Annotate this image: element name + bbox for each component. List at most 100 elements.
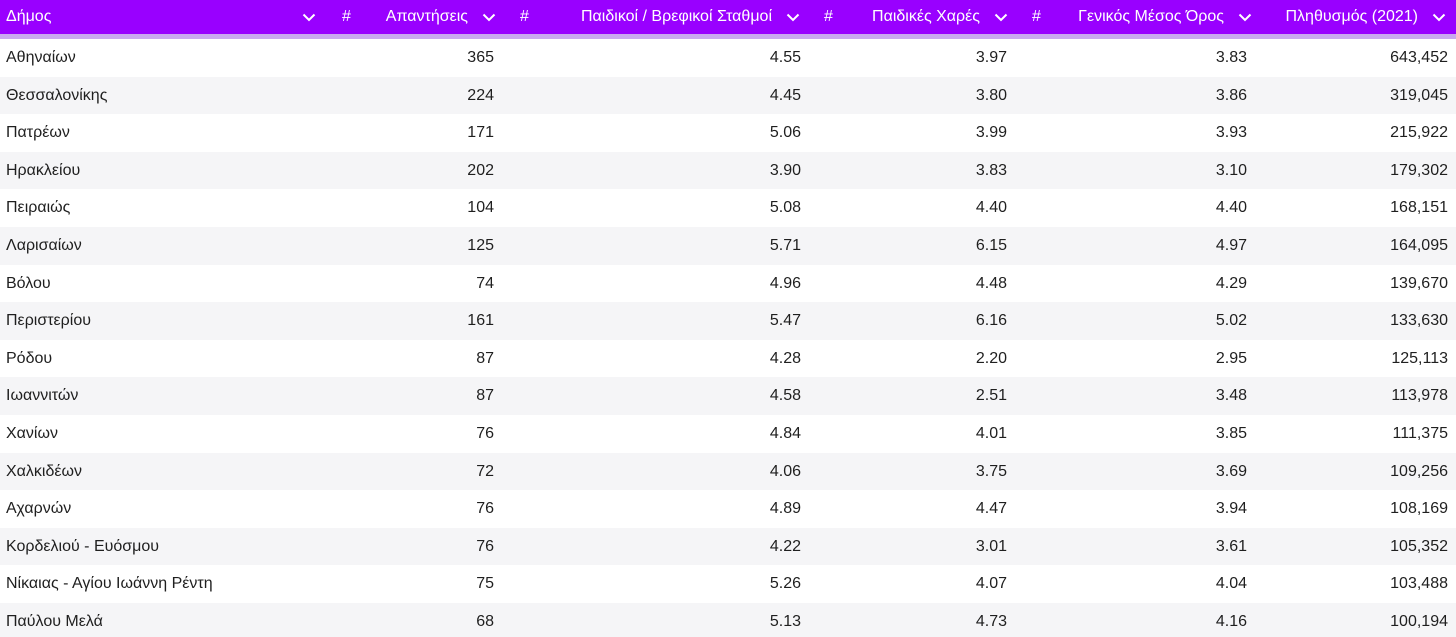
- column-header-genikos-mesos-oros[interactable]: # Γενικός Μέσος Όρος: [1018, 0, 1262, 34]
- cell-genikos-mesos-oros: 4.29: [1215, 274, 1247, 292]
- table-row[interactable]: Βόλου 74 4.96 4.48 4.29 139,670: [0, 265, 1456, 303]
- cell-paidikoi-stathmoi: 5.26: [769, 575, 801, 593]
- table-row[interactable]: Κορδελιού - Ευόσμου 76 4.22 3.01 3.61 10…: [0, 527, 1456, 566]
- cell-apantiseis: 87: [476, 349, 494, 367]
- cell-paidikes-xares: 4.73: [975, 612, 1007, 630]
- cell-paidikoi-stathmoi: 4.58: [769, 387, 801, 405]
- cell-apantiseis: 76: [476, 500, 494, 518]
- cell-plithysmos: 133,630: [1390, 312, 1448, 330]
- cell-genikos-mesos-oros: 4.16: [1215, 612, 1247, 630]
- table-row[interactable]: Χανίων 76 4.84 4.01 3.85 111,375: [0, 415, 1456, 453]
- number-type-icon: #: [1032, 8, 1041, 25]
- cell-apantiseis: 171: [467, 124, 494, 142]
- cell-genikos-mesos-oros: 3.48: [1215, 387, 1247, 405]
- table-row[interactable]: Θεσσαλονίκης 224 4.45 3.80 3.86 319,045: [0, 76, 1456, 115]
- table-header: Δήμος # Απαντήσεις # Παιδικοί / Βρεφικοί…: [0, 0, 1456, 39]
- cell-paidikoi-stathmoi: 3.90: [769, 161, 801, 179]
- table-row[interactable]: Ηρακλείου 202 3.90 3.83 3.10 179,302: [0, 151, 1456, 190]
- cell-apantiseis: 76: [476, 424, 494, 442]
- cell-plithysmos: 100,194: [1390, 612, 1448, 630]
- cell-paidikes-xares: 2.20: [975, 349, 1007, 367]
- table-row[interactable]: Πειραιώς 104 5.08 4.40 4.40 168,151: [0, 189, 1456, 227]
- cell-dimos: Θεσσαλονίκης: [6, 86, 108, 104]
- cell-paidikes-xares: 4.01: [975, 424, 1007, 442]
- cell-plithysmos: 643,452: [1390, 49, 1448, 66]
- number-type-icon: #: [342, 8, 351, 25]
- cell-plithysmos: 164,095: [1390, 236, 1448, 254]
- cell-paidikoi-stathmoi: 5.47: [769, 312, 801, 330]
- table-row[interactable]: Παύλου Μελά 68 5.13 4.73 4.16 100,194: [0, 602, 1456, 637]
- cell-genikos-mesos-oros: 3.94: [1215, 500, 1247, 518]
- cell-paidikes-xares: 4.48: [975, 274, 1007, 292]
- cell-paidikoi-stathmoi: 5.13: [769, 612, 801, 630]
- cell-dimos: Λαρισαίων: [6, 236, 82, 254]
- cell-plithysmos: 168,151: [1390, 199, 1448, 217]
- table-row[interactable]: Αχαρνών 76 4.89 4.47 3.94 108,169: [0, 490, 1456, 528]
- cell-plithysmos: 139,670: [1390, 274, 1448, 292]
- cell-apantiseis: 224: [467, 86, 494, 104]
- cell-paidikes-xares: 2.51: [975, 387, 1007, 405]
- chevron-down-icon[interactable]: [988, 0, 1014, 34]
- column-header-paidikoi-stathmoi[interactable]: # Παιδικοί / Βρεφικοί Σταθμοί: [506, 0, 810, 34]
- chevron-down-icon[interactable]: [780, 0, 806, 34]
- cell-paidikoi-stathmoi: 4.96: [769, 274, 801, 292]
- cell-plithysmos: 319,045: [1390, 86, 1448, 104]
- cell-plithysmos: 109,256: [1390, 462, 1448, 480]
- column-header-label: Πληθυσμός (2021): [1285, 8, 1419, 25]
- cell-plithysmos: 105,352: [1390, 537, 1448, 555]
- table-row[interactable]: Πατρέων 171 5.06 3.99 3.93 215,922: [0, 114, 1456, 152]
- cell-paidikoi-stathmoi: 5.71: [769, 236, 801, 254]
- cell-paidikoi-stathmoi: 4.28: [769, 349, 801, 367]
- cell-dimos: Κορδελιού - Ευόσμου: [6, 537, 159, 555]
- cell-apantiseis: 76: [476, 537, 494, 555]
- cell-genikos-mesos-oros: 3.86: [1215, 86, 1247, 104]
- cell-plithysmos: 111,375: [1392, 424, 1448, 442]
- cell-paidikes-xares: 3.97: [975, 49, 1007, 66]
- cell-paidikes-xares: 6.15: [975, 236, 1007, 254]
- cell-dimos: Αθηναίων: [6, 49, 76, 66]
- column-header-plithysmos[interactable]: Πληθυσμός (2021): [1262, 0, 1456, 34]
- cell-dimos: Πειραιώς: [6, 199, 71, 217]
- cell-dimos: Βόλου: [6, 274, 51, 292]
- table-body: Αθηναίων 365 4.55 3.97 3.83 643,452 Θεσσ…: [0, 39, 1456, 637]
- chevron-down-icon[interactable]: [1232, 0, 1258, 34]
- column-header-apantiseis[interactable]: # Απαντήσεις: [328, 0, 506, 34]
- cell-genikos-mesos-oros: 4.40: [1215, 199, 1247, 217]
- cell-plithysmos: 215,922: [1390, 124, 1448, 142]
- table-row[interactable]: Ιωαννιτών 87 4.58 2.51 3.48 113,978: [0, 377, 1456, 415]
- cell-paidikoi-stathmoi: 5.06: [769, 124, 801, 142]
- cell-genikos-mesos-oros: 3.69: [1215, 462, 1247, 480]
- cell-paidikoi-stathmoi: 4.22: [769, 537, 801, 555]
- table-row[interactable]: Περιστερίου 161 5.47 6.16 5.02 133,630: [0, 302, 1456, 340]
- table-row[interactable]: Χαλκιδέων 72 4.06 3.75 3.69 109,256: [0, 452, 1456, 491]
- column-header-paidikes-xares[interactable]: # Παιδικές Χαρές: [810, 0, 1018, 34]
- cell-paidikoi-stathmoi: 4.06: [769, 462, 801, 480]
- cell-apantiseis: 68: [476, 612, 494, 630]
- chevron-down-icon[interactable]: [296, 0, 322, 34]
- column-header-label: Γενικός Μέσος Όρος: [1078, 8, 1224, 25]
- cell-dimos: Χανίων: [6, 424, 58, 442]
- chevron-down-icon[interactable]: [476, 0, 502, 34]
- column-header-dimos[interactable]: Δήμος: [0, 0, 328, 34]
- column-header-label: Απαντήσεις: [385, 8, 468, 25]
- cell-plithysmos: 179,302: [1390, 161, 1448, 179]
- cell-paidikes-xares: 4.47: [975, 500, 1007, 518]
- chevron-down-icon[interactable]: [1426, 0, 1452, 34]
- cell-apantiseis: 75: [476, 575, 494, 593]
- table-row[interactable]: Νίκαιας - Αγίου Ιωάννη Ρέντη 75 5.26 4.0…: [0, 565, 1456, 603]
- cell-apantiseis: 125: [467, 236, 494, 254]
- cell-plithysmos: 125,113: [1391, 349, 1448, 367]
- cell-paidikoi-stathmoi: 4.84: [769, 424, 801, 442]
- column-header-label: Δήμος: [6, 8, 52, 25]
- table-row[interactable]: Ρόδου 87 4.28 2.20 2.95 125,113: [0, 340, 1456, 378]
- cell-dimos: Ιωαννιτών: [6, 387, 79, 405]
- column-header-label: Παιδικοί / Βρεφικοί Σταθμοί: [581, 8, 772, 25]
- cell-dimos: Πατρέων: [6, 124, 70, 142]
- table-row[interactable]: Λαρισαίων 125 5.71 6.15 4.97 164,095: [0, 226, 1456, 265]
- cell-dimos: Περιστερίου: [6, 312, 91, 330]
- cell-paidikes-xares: 3.99: [975, 124, 1007, 142]
- cell-genikos-mesos-oros: 2.95: [1215, 349, 1247, 367]
- cell-genikos-mesos-oros: 3.61: [1215, 537, 1247, 555]
- table-row[interactable]: Αθηναίων 365 4.55 3.97 3.83 643,452: [0, 39, 1456, 77]
- cell-apantiseis: 104: [467, 199, 494, 217]
